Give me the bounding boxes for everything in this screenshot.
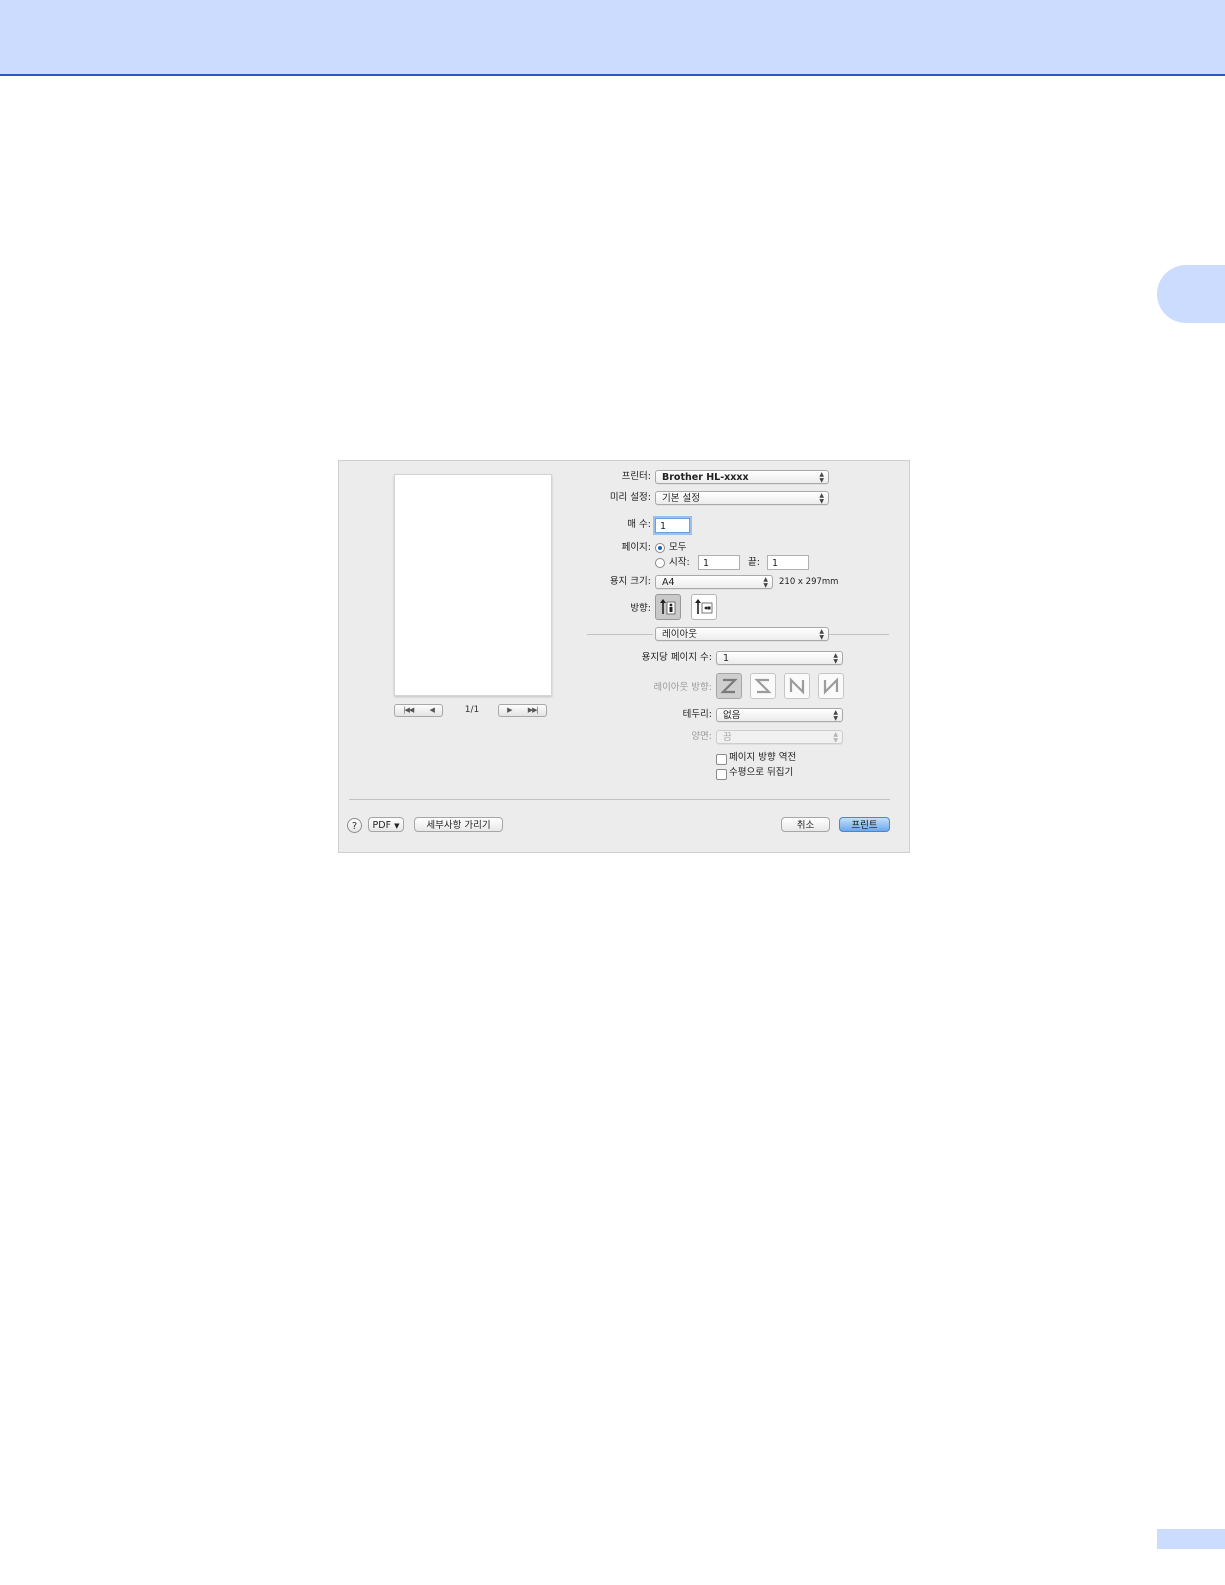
preview-back-buttons[interactable]: |◀◀ ◀ (394, 704, 443, 717)
popup-arrows-icon: ▲ ▼ (833, 709, 838, 722)
two-sided-select[interactable]: 끔 ▲ ▼ (716, 730, 843, 744)
layout-direction-reverse-n-button[interactable] (818, 673, 844, 699)
panel-divider-left (587, 634, 653, 635)
z-icon (720, 678, 738, 694)
popup-arrows-icon: ▲ ▼ (819, 628, 824, 641)
copies-field[interactable]: 1 (655, 518, 690, 533)
hide-details-button[interactable]: 세부사항 가리기 (414, 817, 503, 832)
landscape-button[interactable] (691, 594, 717, 620)
cancel-button[interactable]: 취소 (781, 817, 830, 832)
previous-page-icon[interactable]: ◀ (429, 705, 434, 716)
panel-select[interactable]: 레이아웃 ▲ ▼ (655, 627, 829, 641)
reverse-z-icon (754, 678, 772, 694)
footer-divider (349, 799, 890, 800)
layout-direction-reverse-z-button[interactable] (750, 673, 776, 699)
pages-label: 페이지: (621, 542, 651, 553)
help-button[interactable]: ? (347, 818, 362, 833)
landscape-icon (695, 599, 713, 614)
pdf-menu-button[interactable]: PDF ▼ (368, 817, 404, 832)
dropdown-arrow-icon: ▼ (394, 822, 400, 830)
border-select[interactable]: 없음 ▲ ▼ (716, 708, 843, 722)
layout-direction-label: 레이아웃 방향: (653, 682, 712, 693)
pages-all-label: 모두 (669, 542, 687, 553)
print-preview-page (394, 474, 552, 696)
reverse-orientation-label: 페이지 방향 역전 (729, 752, 797, 763)
presets-value: 기본 설정 (662, 493, 700, 504)
pages-per-sheet-select[interactable]: 1 ▲ ▼ (716, 651, 843, 665)
panel-divider-right (829, 634, 889, 635)
reverse-n-icon (823, 677, 839, 695)
border-label: 테두리: (682, 709, 712, 720)
paper-size-label: 용지 크기: (609, 576, 651, 587)
paper-size-select[interactable]: A4 ▲ ▼ (655, 575, 773, 589)
printer-select[interactable]: Brother HL-xxxx ▲ ▼ (655, 470, 829, 484)
two-sided-value: 끔 (723, 732, 732, 743)
pdf-label: PDF (372, 820, 392, 831)
copies-label: 매 수: (627, 519, 651, 530)
pages-per-sheet-label: 용지당 페이지 수: (641, 652, 712, 663)
layout-direction-n-button[interactable] (784, 673, 810, 699)
next-page-icon[interactable]: ▶ (507, 705, 512, 716)
layout-direction-z-button[interactable] (716, 673, 742, 699)
chapter-tab (1157, 265, 1225, 323)
popup-arrows-icon: ▲ ▼ (833, 731, 838, 744)
pages-per-sheet-value: 1 (723, 653, 730, 664)
panel-value: 레이아웃 (662, 629, 697, 640)
portrait-icon (660, 599, 676, 615)
two-sided-label: 양면: (691, 731, 712, 742)
presets-select[interactable]: 기본 설정 ▲ ▼ (655, 491, 829, 505)
paper-size-value: A4 (662, 577, 675, 588)
presets-label: 미리 설정: (609, 492, 651, 503)
page-number-tab (1157, 1529, 1225, 1549)
orientation-label: 방향: (630, 603, 651, 614)
printer-label: 프린터: (621, 471, 651, 482)
print-dialog: |◀◀ ◀ 1/1 ▶ ▶▶| 프린터: Brother HL-xxxx ▲ ▼ 미리… (338, 460, 910, 853)
border-value: 없음 (723, 710, 741, 721)
flip-horizontally-label: 수평으로 뒤집기 (729, 767, 794, 778)
popup-arrows-icon: ▲ ▼ (833, 652, 838, 665)
popup-arrows-icon: ▲ ▼ (819, 471, 824, 484)
page-counter: 1/1 (464, 705, 480, 715)
popup-arrows-icon: ▲ ▼ (763, 576, 768, 589)
portrait-button[interactable] (655, 594, 681, 620)
pages-all-radio[interactable] (655, 543, 665, 553)
flip-horizontally-checkbox[interactable] (716, 769, 727, 780)
first-page-icon[interactable]: |◀◀ (403, 705, 414, 716)
pages-from-field[interactable]: 1 (698, 555, 740, 570)
pages-range-radio[interactable] (655, 558, 665, 568)
n-icon (789, 677, 805, 695)
preview-forward-buttons[interactable]: ▶ ▶▶| (498, 704, 547, 717)
reverse-orientation-checkbox[interactable] (716, 754, 727, 765)
last-page-icon[interactable]: ▶▶| (528, 705, 539, 716)
pages-to-field[interactable]: 1 (767, 555, 809, 570)
pages-from-label: 시작: (669, 557, 690, 568)
paper-dimensions: 210 x 297mm (779, 577, 839, 587)
popup-arrows-icon: ▲ ▼ (819, 492, 824, 505)
page-header-band (0, 0, 1225, 76)
printer-value: Brother HL-xxxx (662, 472, 749, 483)
pages-to-label: 끝: (748, 557, 760, 568)
print-button[interactable]: 프린트 (839, 817, 890, 832)
